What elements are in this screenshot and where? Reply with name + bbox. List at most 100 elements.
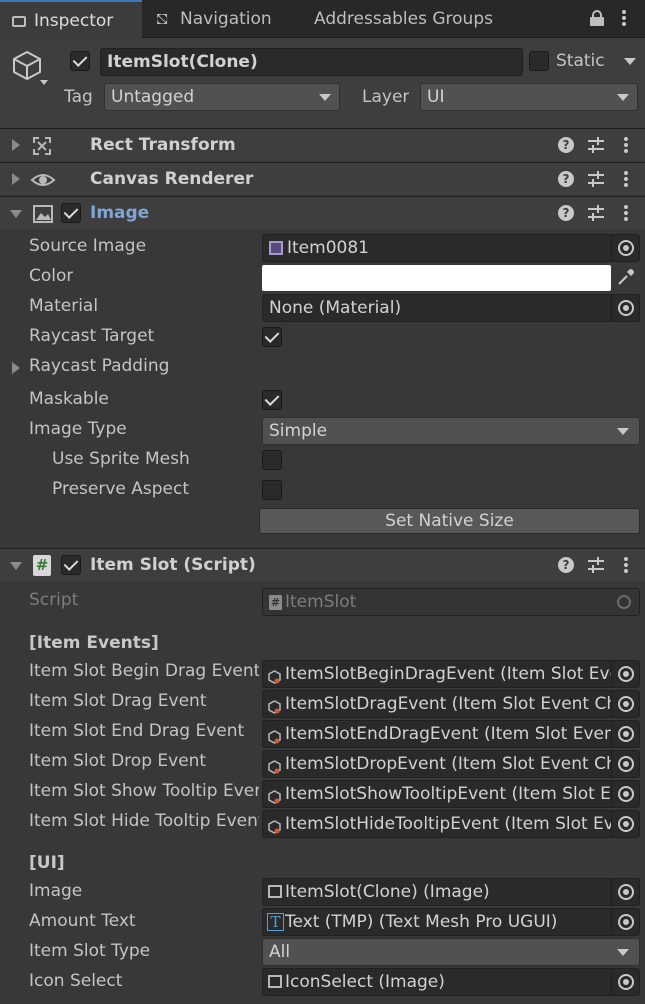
object-picker-button[interactable] [611,235,639,261]
chevron-down-icon [617,94,629,101]
object-picker-button[interactable] [611,811,639,837]
icon-select-field[interactable]: IconSelect (Image) [262,968,640,996]
amount-text-field[interactable]: T Text (TMP) (Text Mesh Pro UGUI) [262,908,640,936]
tab-inspector-label: Inspector [34,11,114,31]
static-dropdown-caret[interactable] [624,58,636,65]
event-channel-field[interactable]: ItemSlotHideTooltipEvent (Item Slot Even… [262,810,640,838]
event-channel-field[interactable]: ItemSlotShowTooltipEvent (Item Slot Even… [262,780,640,808]
icon-dropdown-caret[interactable] [40,80,48,85]
tab-addressables-groups[interactable]: Addressables Groups [304,0,514,38]
preserve-aspect-checkbox[interactable] [262,480,282,500]
context-menu-icon[interactable] [624,171,628,187]
tab-navigation-label: Navigation [180,9,272,29]
layer-dropdown[interactable]: UI [420,83,638,111]
ui-header: [UI] [29,853,65,873]
presets-icon[interactable] [588,205,604,221]
context-menu-icon[interactable] [624,205,628,221]
chevron-down-icon [617,949,629,956]
sprite-icon [269,241,283,255]
item-slot-script-header[interactable]: # Item Slot (Script) ? [0,548,645,581]
rect-transform-header[interactable]: Rect Transform ? [0,128,645,161]
object-picker-button[interactable] [611,295,639,321]
tag-dropdown[interactable]: Untagged [104,83,340,111]
object-header: ItemSlot(Clone) Static Tag Untagged Laye… [0,38,645,128]
event-label: Item Slot End Drag Event [29,721,245,741]
fold-arrow-icon[interactable] [10,562,22,570]
object-picker-button[interactable] [611,661,639,687]
event-channel-value: ItemSlotEndDragEvent (Item Slot Event Ch… [285,724,639,744]
help-icon[interactable]: ? [558,171,574,187]
tab-navigation[interactable]: ⛞ Navigation [148,0,298,38]
event-channel-field[interactable]: ItemSlotBeginDragEvent (Item Slot Event … [262,660,640,688]
set-native-size-button[interactable]: Set Native Size [259,508,640,534]
image-ref-field[interactable]: ItemSlot(Clone) (Image) [262,878,640,906]
lock-icon[interactable] [590,10,604,26]
fold-arrow-icon[interactable] [10,210,22,218]
tab-inspector[interactable]: Inspector [0,0,142,38]
raycast-padding-fold-icon[interactable] [12,362,20,374]
eye-icon [30,170,56,190]
chevron-down-icon [617,428,629,435]
event-label: Item Slot Drop Event [29,751,207,771]
use-sprite-mesh-checkbox[interactable] [262,450,282,470]
image-type-dropdown[interactable]: Simple [262,417,640,445]
image-icon [268,975,282,988]
image-type-label: Image Type [29,419,127,439]
object-picker-button[interactable] [611,781,639,807]
event-channel-field[interactable]: ItemSlotEndDragEvent (Item Slot Event Ch… [262,720,640,748]
help-icon[interactable]: ? [558,557,574,573]
raycast-target-checkbox[interactable] [262,327,282,347]
event-channel-field[interactable]: ItemSlotDragEvent (Item Slot Event Chann… [262,690,640,718]
target-icon [618,974,634,990]
chevron-down-icon [319,94,331,101]
event-channel-value: ItemSlotHideTooltipEvent (Item Slot Even… [285,814,639,834]
object-picker-button[interactable] [611,751,639,777]
object-picker-button[interactable] [611,909,639,935]
gameobject-cube-icon[interactable] [12,50,42,81]
object-picker-button[interactable] [611,969,639,995]
context-menu-icon[interactable] [624,557,628,573]
object-picker-button[interactable] [611,691,639,717]
event-channel-value: ItemSlotBeginDragEvent (Item Slot Event … [285,664,639,684]
source-image-label: Source Image [29,236,147,256]
material-value: None (Material) [269,298,402,318]
item-slot-title: Item Slot (Script) [90,555,256,575]
image-enabled-checkbox[interactable] [61,203,81,223]
active-checkbox[interactable] [70,51,90,71]
raycast-padding-label[interactable]: Raycast Padding [29,356,169,376]
context-menu-icon[interactable] [624,137,628,153]
presets-icon[interactable] [588,137,604,153]
scriptable-object-icon [268,757,281,774]
maskable-checkbox[interactable] [262,390,282,410]
event-label: Item Slot Begin Drag Event [29,661,259,681]
event-channel-field[interactable]: ItemSlotDropEvent (Item Slot Event Chann… [262,750,640,778]
event-label: Item Slot Hide Tooltip Event [29,811,259,831]
object-picker-button[interactable] [611,879,639,905]
layer-value: UI [427,87,445,107]
object-picker-button[interactable] [611,721,639,747]
item-slot-enabled-checkbox[interactable] [61,555,81,575]
scriptable-object-icon [268,727,281,744]
material-field[interactable]: None (Material) [262,294,640,322]
target-icon [618,884,634,900]
csharp-script-icon: # [33,555,51,576]
item-slot-type-dropdown[interactable]: All [262,938,640,966]
source-image-field[interactable]: Item0081 [262,234,640,262]
target-icon [618,726,634,742]
help-icon[interactable]: ? [558,205,574,221]
event-label: Item Slot Drag Event [29,691,207,711]
static-checkbox[interactable] [529,51,549,71]
event-channel-value: ItemSlotDragEvent (Item Slot Event Chann… [285,694,640,714]
rect-transform-icon [32,136,52,156]
presets-icon[interactable] [588,171,604,187]
tab-menu-icon[interactable] [622,10,626,26]
fold-arrow-icon[interactable] [12,139,20,151]
object-name-field[interactable]: ItemSlot(Clone) [100,48,523,76]
image-component-header[interactable]: Image ? [0,196,645,229]
color-swatch[interactable] [262,265,611,291]
fold-arrow-icon[interactable] [12,173,20,185]
canvas-renderer-header[interactable]: Canvas Renderer ? [0,162,645,195]
eyedropper-icon[interactable] [616,267,636,287]
presets-icon[interactable] [588,557,604,573]
help-icon[interactable]: ? [558,137,574,153]
